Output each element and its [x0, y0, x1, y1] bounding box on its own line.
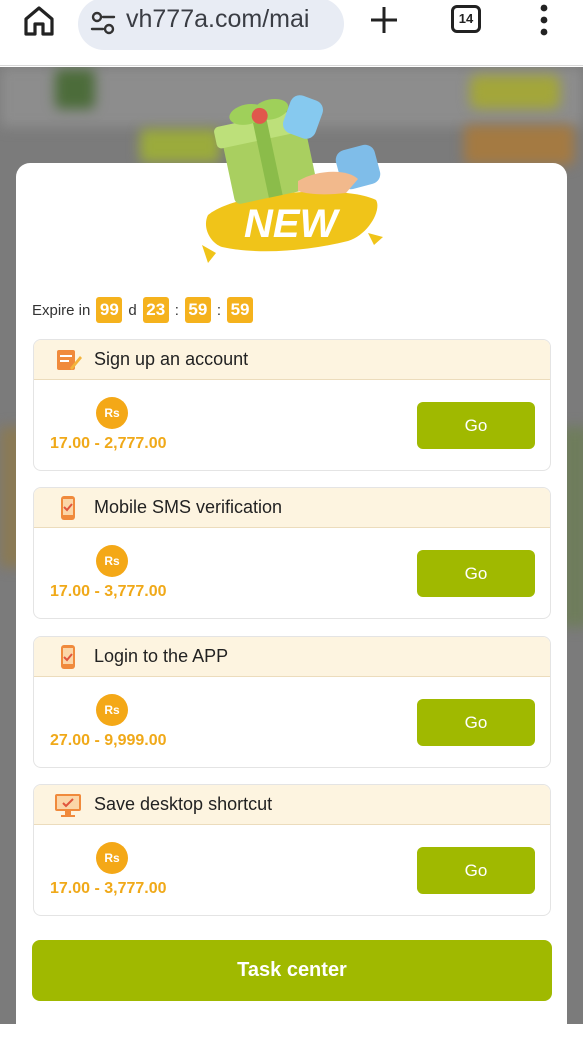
task-header: Mobile SMS verification — [34, 488, 550, 528]
reward-range: 17.00 - 2,777.00 — [50, 435, 167, 452]
time-separator: : — [216, 301, 222, 319]
desktop-icon — [55, 794, 81, 817]
go-button[interactable]: Go — [417, 402, 535, 449]
phone-app-icon — [61, 645, 75, 669]
go-button[interactable]: Go — [417, 550, 535, 597]
expire-countdown: Expire in 99 d 23 : 59 : 59 — [32, 296, 254, 324]
form-icon — [57, 350, 82, 370]
new-gift-illustration: NEW — [202, 95, 383, 263]
go-button[interactable]: Go — [417, 847, 535, 894]
new-tab-icon[interactable] — [368, 4, 400, 36]
task-header: Sign up an account — [34, 340, 550, 380]
new-badge-text: NEW — [244, 202, 341, 246]
task-title: Save desktop shortcut — [94, 794, 273, 814]
task-title: Sign up an account — [94, 349, 249, 369]
hours-value: 23 — [142, 297, 169, 323]
site-settings-icon[interactable] — [90, 10, 116, 36]
task-header: Save desktop shortcut — [34, 785, 550, 825]
expire-label: Expire in — [32, 301, 91, 319]
rupee-coin-icon: Rs — [96, 397, 128, 429]
reward-range: 27.00 - 9,999.00 — [50, 732, 167, 749]
rupee-coin-icon: Rs — [96, 842, 128, 874]
task-card-login-app: Login to the APP Rs 27.00 - 9,999.00 Go — [33, 636, 551, 768]
address-bar[interactable]: vh777a.com/mai — [78, 0, 344, 50]
days-unit: d — [128, 301, 137, 319]
rupee-coin-icon: Rs — [96, 694, 128, 726]
reward-range: 17.00 - 3,777.00 — [50, 583, 167, 600]
phone-check-icon — [61, 496, 75, 520]
browser-toolbar: vh777a.com/mai 14 — [0, 0, 583, 66]
home-icon[interactable] — [22, 4, 56, 38]
days-value: 99 — [96, 297, 123, 323]
url-text: vh777a.com/mai — [126, 5, 310, 33]
minutes-value: 59 — [184, 297, 211, 323]
rupee-coin-icon: Rs — [96, 545, 128, 577]
task-header: Login to the APP — [34, 637, 550, 677]
seconds-value: 59 — [227, 297, 254, 323]
time-separator: : — [174, 301, 179, 319]
more-menu-icon[interactable] — [532, 2, 556, 38]
task-card-sms: Mobile SMS verification Rs 17.00 - 3,777… — [33, 487, 551, 619]
task-title: Login to the APP — [94, 646, 229, 666]
task-center-button[interactable]: Task center — [32, 940, 552, 1001]
reward-range: 17.00 - 3,777.00 — [50, 880, 167, 897]
task-card-desktop-shortcut: Save desktop shortcut Rs 17.00 - 3,777.0… — [33, 784, 551, 916]
tab-switcher-button[interactable]: 14 — [451, 5, 481, 33]
task-card-signup: Sign up an account Rs 17.00 - 2,777.00 G… — [33, 339, 551, 471]
task-title: Mobile SMS verification — [94, 497, 283, 517]
go-button[interactable]: Go — [417, 699, 535, 746]
